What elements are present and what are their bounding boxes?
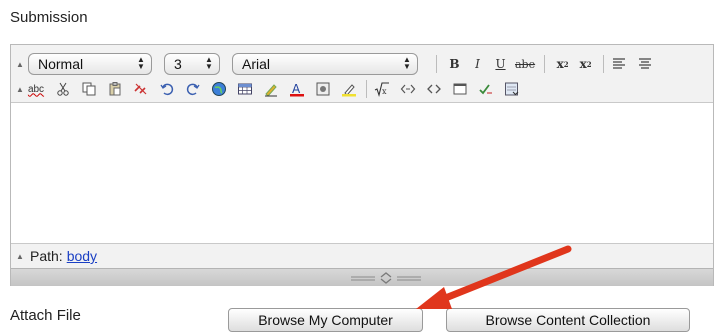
select-arrows-icon: ▲ ▼ [403, 55, 411, 71]
font-family-select[interactable]: Arial ▲ ▼ [232, 53, 418, 75]
insert-html-icon[interactable] [399, 80, 417, 98]
svg-text:A: A [292, 82, 301, 96]
insert-link-globe-icon[interactable] [210, 80, 228, 98]
copy-icon[interactable] [80, 80, 98, 98]
insert-media-icon[interactable] [314, 80, 332, 98]
align-left-icon[interactable] [610, 55, 628, 73]
spellcheck-label: abc [27, 83, 45, 95]
undo-icon[interactable] [158, 80, 176, 98]
align-center-icon[interactable] [636, 55, 654, 73]
collapse-toolbar-icon[interactable]: ▲ [16, 85, 26, 94]
path-label: Path: [30, 248, 63, 264]
remove-link-icon[interactable] [132, 80, 150, 98]
spell-check-mark-icon[interactable] [477, 80, 495, 98]
resize-grip-icon[interactable] [351, 272, 421, 284]
toolbar-row-1: ▲ Normal ▲ ▼ 3 ▲ ▼ Arial ▲ ▼ B I U abe x2 x… [11, 51, 662, 77]
math-equation-icon[interactable]: x [373, 80, 391, 98]
subscript-button[interactable]: x2 [554, 55, 571, 73]
redo-icon[interactable] [184, 80, 202, 98]
select-arrows-icon: ▲ ▼ [205, 55, 213, 71]
preview-icon[interactable] [503, 80, 521, 98]
insert-table-icon[interactable] [236, 80, 254, 98]
collapse-path-icon[interactable]: ▲ [16, 252, 26, 261]
font-size-select[interactable]: 3 ▲ ▼ [164, 53, 220, 75]
paragraph-style-value: Normal [38, 56, 84, 72]
source-code-icon[interactable] [425, 80, 443, 98]
underline-button[interactable]: U [492, 55, 509, 73]
editor-content-area[interactable] [11, 104, 713, 243]
paste-icon[interactable] [106, 80, 124, 98]
browse-my-computer-button[interactable]: Browse My Computer [228, 308, 423, 332]
section-title: Submission [10, 9, 88, 26]
toolbar-divider [366, 80, 367, 98]
editor-path-bar: ▲ Path: body [11, 243, 713, 268]
subscript-mark: 2 [563, 59, 569, 69]
subscript-label: x [556, 57, 564, 71]
rich-text-editor: ▲ Normal ▲ ▼ 3 ▲ ▼ Arial ▲ ▼ B I U abe x2 x… [10, 44, 714, 286]
toolbar-divider [544, 55, 546, 73]
editor-resize-bar[interactable] [11, 268, 713, 286]
fullscreen-icon[interactable] [451, 80, 469, 98]
attach-file-label: Attach File [10, 307, 81, 324]
font-family-value: Arial [242, 56, 271, 72]
highlight-pen-icon[interactable] [262, 80, 280, 98]
superscript-button[interactable]: x2 [577, 55, 594, 73]
strikethrough-button[interactable]: abe [515, 55, 535, 73]
spellcheck-icon[interactable]: abc [26, 80, 46, 98]
text-color-icon[interactable]: A [288, 80, 306, 98]
bold-button[interactable]: B [446, 55, 463, 73]
paragraph-style-select[interactable]: Normal ▲ ▼ [28, 53, 152, 75]
superscript-label: x [579, 57, 587, 71]
toolbar-divider [603, 55, 605, 73]
italic-button[interactable]: I [469, 55, 486, 73]
svg-text:x: x [382, 87, 387, 96]
toolbar-row-2: ▲ abc A x [11, 78, 529, 100]
collapse-toolbar-icon[interactable]: ▲ [16, 60, 26, 69]
path-body-link[interactable]: body [67, 248, 97, 264]
select-arrows-icon: ▲ ▼ [137, 55, 145, 71]
editor-toolbar: ▲ Normal ▲ ▼ 3 ▲ ▼ Arial ▲ ▼ B I U abe x2 x… [11, 45, 713, 103]
cut-icon[interactable] [54, 80, 72, 98]
superscript-mark: 2 [586, 59, 592, 69]
toolbar-divider [436, 55, 437, 73]
background-color-icon[interactable] [340, 80, 358, 98]
browse-content-collection-button[interactable]: Browse Content Collection [446, 308, 690, 332]
font-size-value: 3 [174, 56, 182, 72]
